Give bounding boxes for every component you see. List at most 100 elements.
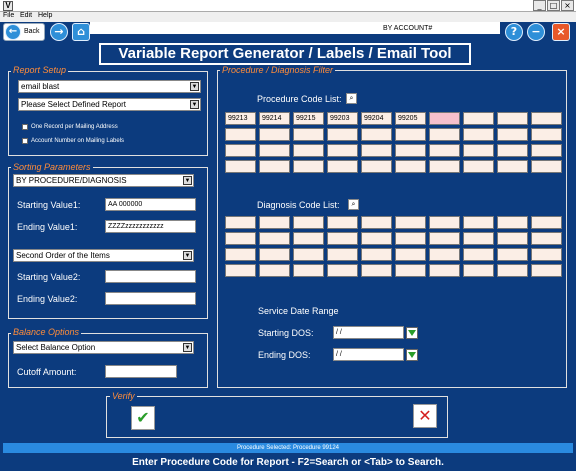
maximize-button[interactable]: □ bbox=[547, 0, 560, 11]
diagnosis-code-cell[interactable] bbox=[327, 248, 358, 261]
diagnosis-code-cell[interactable] bbox=[259, 232, 290, 245]
diagnosis-code-cell[interactable] bbox=[327, 264, 358, 277]
diagnosis-code-cell[interactable] bbox=[497, 232, 528, 245]
diagnosis-code-cell[interactable] bbox=[497, 216, 528, 229]
diagnosis-code-cell[interactable] bbox=[361, 216, 392, 229]
diagnosis-code-cell[interactable] bbox=[225, 232, 256, 245]
diagnosis-code-cell[interactable] bbox=[531, 248, 562, 261]
procedure-search-icon[interactable]: ⌕ bbox=[346, 93, 357, 104]
verify-cancel-button[interactable]: ✕ bbox=[413, 404, 437, 428]
starting-dos-input[interactable]: / / bbox=[333, 326, 404, 339]
procedure-code-cell[interactable] bbox=[225, 160, 256, 173]
procedure-code-cell[interactable]: 99213 bbox=[225, 112, 256, 125]
one-record-checkbox[interactable] bbox=[22, 124, 28, 130]
procedure-code-cell[interactable] bbox=[293, 128, 324, 141]
end-value1-input[interactable]: ZZZZzzzzzzzzzzz bbox=[105, 220, 196, 233]
diagnosis-code-cell[interactable] bbox=[293, 248, 324, 261]
diagnosis-code-cell[interactable] bbox=[327, 232, 358, 245]
diagnosis-code-cell[interactable] bbox=[463, 264, 494, 277]
menu-file[interactable]: File bbox=[3, 12, 14, 19]
home-icon[interactable]: ⌂ bbox=[72, 23, 90, 41]
procedure-code-cell[interactable] bbox=[395, 160, 426, 173]
procedure-code-cell[interactable]: 99215 bbox=[293, 112, 324, 125]
menu-edit[interactable]: Edit bbox=[20, 12, 32, 19]
diagnosis-code-cell[interactable] bbox=[361, 264, 392, 277]
previous-icon[interactable]: − bbox=[527, 23, 545, 41]
diagnosis-code-cell[interactable] bbox=[429, 232, 460, 245]
procedure-code-cell[interactable] bbox=[463, 128, 494, 141]
diagnosis-code-cell[interactable] bbox=[429, 264, 460, 277]
procedure-code-cell[interactable] bbox=[497, 160, 528, 173]
procedure-code-cell[interactable]: 99204 bbox=[361, 112, 392, 125]
end-value2-input[interactable] bbox=[105, 292, 196, 305]
procedure-code-cell[interactable] bbox=[225, 144, 256, 157]
diagnosis-code-cell[interactable] bbox=[463, 248, 494, 261]
diagnosis-code-cell[interactable] bbox=[225, 264, 256, 277]
procedure-code-cell[interactable] bbox=[293, 160, 324, 173]
help-icon[interactable]: ? bbox=[505, 23, 523, 41]
procedure-code-cell[interactable] bbox=[327, 160, 358, 173]
diagnosis-code-cell[interactable] bbox=[293, 232, 324, 245]
procedure-code-cell[interactable] bbox=[497, 144, 528, 157]
diagnosis-code-cell[interactable] bbox=[225, 248, 256, 261]
ending-dos-input[interactable]: / / bbox=[333, 348, 404, 361]
menu-help[interactable]: Help bbox=[38, 12, 52, 19]
procedure-code-cell[interactable] bbox=[361, 144, 392, 157]
diagnosis-search-icon[interactable]: ⌕ bbox=[348, 199, 359, 210]
diagnosis-code-cell[interactable] bbox=[395, 216, 426, 229]
back-button[interactable]: ← Back bbox=[3, 23, 45, 41]
procedure-code-cell[interactable] bbox=[497, 112, 528, 125]
diagnosis-code-cell[interactable] bbox=[395, 264, 426, 277]
procedure-code-cell[interactable] bbox=[463, 112, 494, 125]
report-type-select[interactable]: email blast ▼ bbox=[18, 80, 201, 93]
procedure-code-cell[interactable]: 99203 bbox=[327, 112, 358, 125]
diagnosis-code-cell[interactable] bbox=[531, 232, 562, 245]
diagnosis-code-cell[interactable] bbox=[259, 248, 290, 261]
procedure-code-cell[interactable] bbox=[531, 112, 562, 125]
diagnosis-code-cell[interactable] bbox=[293, 264, 324, 277]
start-value1-input[interactable]: AA 000000 bbox=[105, 198, 196, 211]
close-window-button[interactable]: × bbox=[561, 0, 574, 11]
procedure-code-cell[interactable] bbox=[531, 160, 562, 173]
procedure-code-cell[interactable] bbox=[361, 160, 392, 173]
diagnosis-code-cell[interactable] bbox=[293, 216, 324, 229]
procedure-code-cell[interactable]: 99214 bbox=[259, 112, 290, 125]
defined-report-select[interactable]: Please Select Defined Report ▼ bbox=[18, 98, 201, 111]
diagnosis-code-cell[interactable] bbox=[429, 248, 460, 261]
minimize-button[interactable]: _ bbox=[533, 0, 546, 11]
second-order-select[interactable]: Second Order of the Items ▼ bbox=[13, 249, 194, 262]
diagnosis-code-cell[interactable] bbox=[395, 248, 426, 261]
procedure-code-cell[interactable] bbox=[429, 128, 460, 141]
procedure-code-cell[interactable] bbox=[429, 144, 460, 157]
verify-ok-button[interactable]: ✔ bbox=[131, 406, 155, 430]
procedure-code-cell[interactable] bbox=[293, 144, 324, 157]
diagnosis-code-cell[interactable] bbox=[361, 232, 392, 245]
diagnosis-code-cell[interactable] bbox=[497, 264, 528, 277]
diagnosis-code-cell[interactable] bbox=[531, 216, 562, 229]
procedure-code-cell[interactable] bbox=[259, 144, 290, 157]
procedure-code-cell[interactable] bbox=[463, 144, 494, 157]
diagnosis-code-cell[interactable] bbox=[225, 216, 256, 229]
procedure-code-cell[interactable] bbox=[327, 128, 358, 141]
procedure-code-cell[interactable]: 99205 bbox=[395, 112, 426, 125]
ending-dos-dropdown-icon[interactable] bbox=[406, 349, 418, 361]
procedure-code-cell[interactable] bbox=[327, 144, 358, 157]
procedure-code-cell[interactable] bbox=[531, 128, 562, 141]
procedure-code-cell[interactable] bbox=[225, 128, 256, 141]
diagnosis-code-cell[interactable] bbox=[497, 248, 528, 261]
procedure-code-cell[interactable] bbox=[531, 144, 562, 157]
procedure-code-cell[interactable] bbox=[259, 160, 290, 173]
balance-option-select[interactable]: Select Balance Option ▼ bbox=[13, 341, 194, 354]
diagnosis-code-cell[interactable] bbox=[259, 216, 290, 229]
diagnosis-code-cell[interactable] bbox=[463, 232, 494, 245]
diagnosis-code-cell[interactable] bbox=[259, 264, 290, 277]
procedure-code-cell[interactable] bbox=[429, 112, 460, 125]
procedure-code-cell[interactable] bbox=[259, 128, 290, 141]
diagnosis-code-cell[interactable] bbox=[463, 216, 494, 229]
procedure-code-cell[interactable] bbox=[497, 128, 528, 141]
procedure-code-cell[interactable] bbox=[463, 160, 494, 173]
diagnosis-code-cell[interactable] bbox=[531, 264, 562, 277]
diagnosis-code-cell[interactable] bbox=[361, 248, 392, 261]
diagnosis-code-cell[interactable] bbox=[395, 232, 426, 245]
procedure-code-cell[interactable] bbox=[361, 128, 392, 141]
